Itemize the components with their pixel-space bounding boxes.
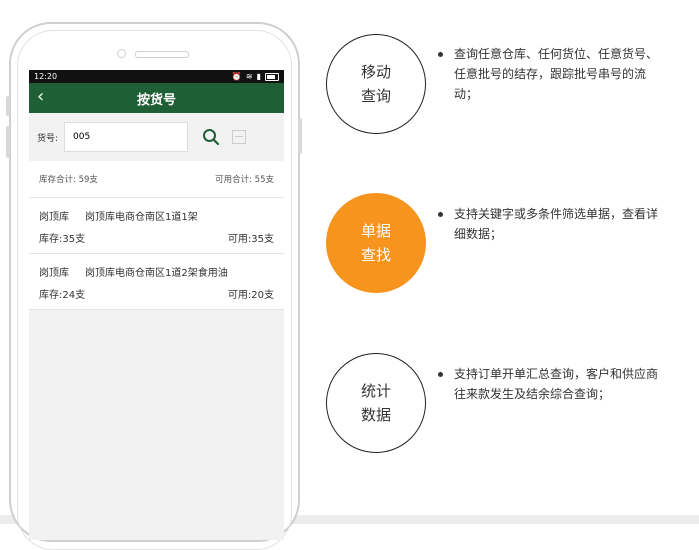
item-warehouse: 岗顶库 xyxy=(39,268,69,279)
search-field[interactable] xyxy=(64,122,189,152)
available-total: 可用合计: 55支 xyxy=(215,175,274,185)
signal-icon: ▮ xyxy=(256,72,261,81)
item-location: 岗顶库电商仓南区1道1架 xyxy=(85,212,198,223)
bullet-dot xyxy=(438,52,443,57)
feature-circle: 移动 查询 xyxy=(326,34,426,134)
status-icons: ⏰ ≋ ▮ xyxy=(232,72,279,81)
phone-side-button xyxy=(6,126,10,158)
chevron-left-icon[interactable]: ‹ xyxy=(37,87,44,107)
feature-title-line1: 统计 xyxy=(360,382,391,400)
phone-frame: 12:20 ⏰ ≋ ▮ ‹ 按货号 货号: 005 库存合计: 59支 可用合计… xyxy=(9,22,300,550)
feature-title-line2: 查找 xyxy=(360,246,391,264)
page-title: 按货号 xyxy=(136,92,176,108)
item-stock: 库存:24支 xyxy=(39,290,86,301)
wifi-icon: ≋ xyxy=(245,72,253,81)
list-item[interactable]: 岗顶库 岗顶库电商仓南区1道1架 库存:35支 可用:35支 xyxy=(29,198,284,254)
search-label: 货号: xyxy=(37,133,59,144)
search-row: 货号: xyxy=(29,113,284,161)
item-location: 岗顶库电商仓南区1道2架食用油 xyxy=(85,268,228,279)
feature-title-line1: 单据 xyxy=(360,222,391,240)
feature-title-line2: 查询 xyxy=(360,87,391,105)
item-available: 可用:35支 xyxy=(227,234,274,245)
search-input[interactable] xyxy=(71,131,188,143)
totals-bar: 库存合计: 59支 可用合计: 55支 xyxy=(29,161,284,198)
item-warehouse: 岗顶库 xyxy=(39,212,69,223)
speaker-grille xyxy=(135,51,189,58)
status-bar: 12:20 ⏰ ≋ ▮ xyxy=(29,70,284,83)
app-bar: ‹ 按货号 xyxy=(29,83,284,113)
feature-title-line1: 移动 xyxy=(360,63,391,81)
feature-description: 查询任意仓库、任何货位、任意货号、任意批号的结存，跟踪批号串号的流动； xyxy=(436,44,668,104)
feature-title-line2: 数据 xyxy=(360,406,391,424)
item-stock: 库存:35支 xyxy=(39,234,86,245)
stock-total: 库存合计: 59支 xyxy=(39,175,98,185)
list-item[interactable]: 岗顶库 岗顶库电商仓南区1道2架食用油 库存:24支 可用:20支 xyxy=(29,254,284,310)
feature-description: 支持关键字或多条件筛选单据，查看详细数据； xyxy=(436,204,668,244)
feature-circle: 单据 查找 xyxy=(326,193,426,293)
bullet-dot xyxy=(438,372,443,377)
item-available: 可用:20支 xyxy=(227,290,274,301)
front-camera xyxy=(117,49,126,58)
phone-side-button xyxy=(298,118,302,154)
phone-screen: 12:20 ⏰ ≋ ▮ ‹ 按货号 货号: 005 库存合计: 59支 可用合计… xyxy=(29,70,284,540)
bullet-dot xyxy=(438,212,443,217)
scan-icon[interactable] xyxy=(232,130,247,144)
battery-icon xyxy=(265,72,279,81)
alarm-icon: ⏰ xyxy=(231,72,242,81)
phone-side-button xyxy=(6,96,10,116)
feature-desc-text: 支持关键字或多条件筛选单据，查看详细数据； xyxy=(454,207,659,241)
search-icon[interactable] xyxy=(202,128,220,146)
feature-circle: 统计 数据 xyxy=(326,353,426,453)
feature-desc-text: 查询任意仓库、任何货位、任意货号、任意批号的结存，跟踪批号串号的流动； xyxy=(454,47,659,101)
feature-desc-text: 支持订单开单汇总查询，客户和供应商往来款发生及结余综合查询； xyxy=(454,367,659,401)
feature-description: 支持订单开单汇总查询，客户和供应商往来款发生及结余综合查询； xyxy=(436,364,668,404)
status-time: 12:20 xyxy=(34,72,58,81)
